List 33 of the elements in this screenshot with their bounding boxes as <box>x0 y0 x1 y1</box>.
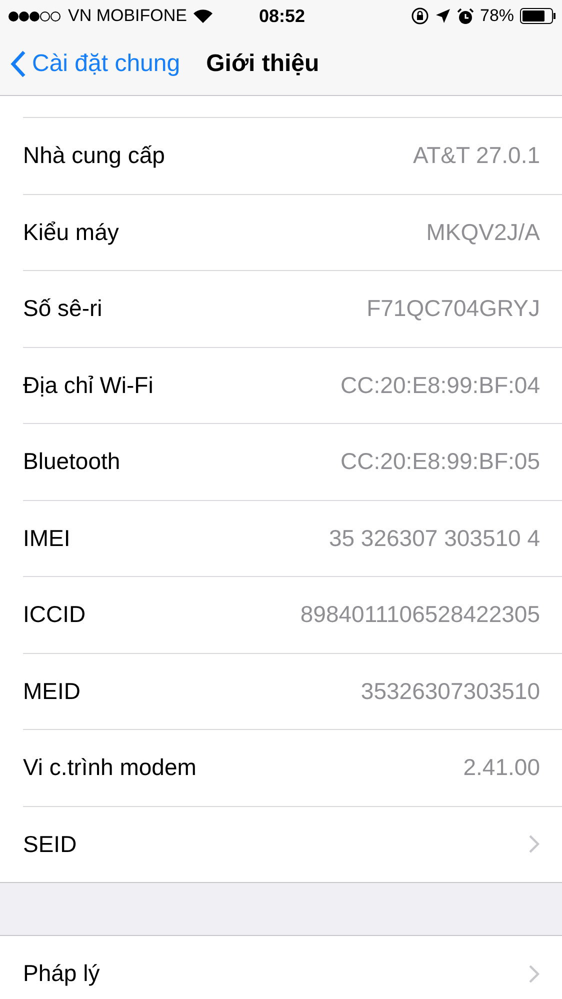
row-label: MEID <box>23 678 82 705</box>
row-label: Địa chỉ Wi-Fi <box>23 372 154 399</box>
alarm-clock-icon <box>456 8 474 24</box>
signal-icon <box>8 10 62 22</box>
carrier-name: VN MOBIFONE <box>68 6 188 26</box>
row-value: 2.41.00 <box>463 754 540 782</box>
row-value: 35326307303510 <box>360 678 540 705</box>
row-value: AT&T 27.0.1 <box>413 142 540 170</box>
wifi-icon <box>193 8 214 24</box>
row-value: CC:20:E8:99:BF:05 <box>340 448 540 476</box>
row-value: 35 326307 303510 4 <box>328 524 540 552</box>
page-title: Giới thiệu <box>206 50 320 78</box>
row-value: 8984011106528422305 <box>300 601 540 628</box>
back-chevron-icon <box>10 50 26 78</box>
chevron-icon <box>528 834 540 854</box>
row-label: IMEI <box>23 524 72 552</box>
row-value: MKQV2J/A <box>426 218 540 246</box>
chevron-icon <box>528 964 540 984</box>
row-value: CC:20:E8:99:BF:04 <box>340 372 540 399</box>
row-label: Số sê-ri <box>23 295 104 322</box>
row-label: Kiểu máy <box>23 218 120 246</box>
clock-time: 08:52 <box>258 6 306 26</box>
back-button[interactable]: Cài đặt chung <box>10 50 180 78</box>
row-label: Vi c.trình modem <box>23 754 198 782</box>
location-arrow-icon <box>434 8 451 24</box>
row-label: ICCID <box>23 601 87 628</box>
battery-percent: 78% <box>480 6 514 26</box>
row-label: Bluetooth <box>23 448 122 476</box>
row-label: Nhà cung cấp <box>23 142 166 170</box>
battery-icon <box>520 8 556 24</box>
row-label[interactable]: SEID <box>23 830 528 858</box>
row-value: F71QC704GRYJ <box>366 295 540 322</box>
rotation-lock-icon <box>410 7 429 25</box>
